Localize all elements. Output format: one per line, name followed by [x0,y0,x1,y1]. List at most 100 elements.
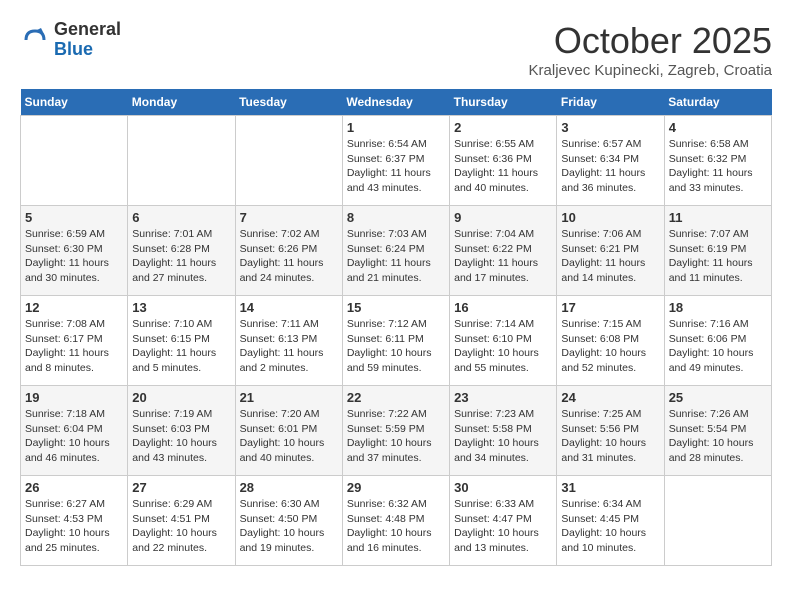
month-title: October 2025 [529,20,772,62]
day-number: 28 [240,480,338,495]
calendar-cell: 28 Sunrise: 6:30 AM Sunset: 4:50 PM Dayli… [235,476,342,566]
week-row: 19 Sunrise: 7:18 AM Sunset: 6:04 PM Dayli… [21,386,772,476]
day-number: 4 [669,120,767,135]
day-number: 13 [132,300,230,315]
day-number: 20 [132,390,230,405]
day-info: Sunrise: 7:26 AM Sunset: 5:54 PM Dayligh… [669,407,767,466]
day-of-week-header: Tuesday [235,89,342,116]
calendar-cell: 8 Sunrise: 7:03 AM Sunset: 6:24 PM Daylig… [342,206,449,296]
day-of-week-header: Thursday [450,89,557,116]
calendar-cell: 27Sunrise: 6:29 AM Sunset: 4:51 PM Dayli… [128,476,235,566]
calendar-cell [664,476,771,566]
day-number: 7 [240,210,338,225]
calendar-cell: 5 Sunrise: 6:59 AM Sunset: 6:30 PM Daylig… [21,206,128,296]
calendar-cell: 20 Sunrise: 7:19 AM Sunset: 6:03 PM Dayli… [128,386,235,476]
calendar-cell: 14Sunrise: 7:11 AM Sunset: 6:13 PM Dayli… [235,296,342,386]
day-number: 15 [347,300,445,315]
day-info: Sunrise: 7:11 AM Sunset: 6:13 PM Dayligh… [240,317,338,376]
calendar-cell: 25Sunrise: 7:26 AM Sunset: 5:54 PM Dayli… [664,386,771,476]
calendar-cell: 9 Sunrise: 7:04 AM Sunset: 6:22 PM Daylig… [450,206,557,296]
day-info: Sunrise: 6:29 AM Sunset: 4:51 PM Dayligh… [132,497,230,556]
day-info: Sunrise: 6:33 AM Sunset: 4:47 PM Dayligh… [454,497,552,556]
day-number: 8 [347,210,445,225]
day-info: Sunrise: 7:16 AM Sunset: 6:06 PM Dayligh… [669,317,767,376]
day-number: 26 [25,480,123,495]
calendar-cell: 29 Sunrise: 6:32 AM Sunset: 4:48 PM Dayli… [342,476,449,566]
day-number: 21 [240,390,338,405]
day-info: Sunrise: 7:18 AM Sunset: 6:04 PM Dayligh… [25,407,123,466]
day-number: 19 [25,390,123,405]
day-info: Sunrise: 7:01 AM Sunset: 6:28 PM Dayligh… [132,227,230,286]
day-number: 11 [669,210,767,225]
calendar-cell: 18 Sunrise: 7:16 AM Sunset: 6:06 PM Dayli… [664,296,771,386]
calendar-cell: 24Sunrise: 7:25 AM Sunset: 5:56 PM Dayli… [557,386,664,476]
day-of-week-header: Saturday [664,89,771,116]
calendar-cell: 21 Sunrise: 7:20 AM Sunset: 6:01 PM Dayli… [235,386,342,476]
day-info: Sunrise: 7:07 AM Sunset: 6:19 PM Dayligh… [669,227,767,286]
day-info: Sunrise: 6:32 AM Sunset: 4:48 PM Dayligh… [347,497,445,556]
day-number: 12 [25,300,123,315]
day-info: Sunrise: 7:14 AM Sunset: 6:10 PM Dayligh… [454,317,552,376]
week-row: 1 Sunrise: 6:54 AM Sunset: 6:37 PM Daylig… [21,116,772,206]
day-number: 18 [669,300,767,315]
day-info: Sunrise: 6:27 AM Sunset: 4:53 PM Dayligh… [25,497,123,556]
day-number: 3 [561,120,659,135]
day-info: Sunrise: 6:59 AM Sunset: 6:30 PM Dayligh… [25,227,123,286]
day-info: Sunrise: 7:06 AM Sunset: 6:21 PM Dayligh… [561,227,659,286]
logo: General Blue [20,20,121,60]
day-info: Sunrise: 7:03 AM Sunset: 6:24 PM Dayligh… [347,227,445,286]
day-info: Sunrise: 7:15 AM Sunset: 6:08 PM Dayligh… [561,317,659,376]
calendar-cell [235,116,342,206]
logo-general: General [54,20,121,40]
day-number: 29 [347,480,445,495]
calendar-cell: 17 Sunrise: 7:15 AM Sunset: 6:08 PM Dayli… [557,296,664,386]
logo-blue: Blue [54,40,121,60]
calendar-cell: 1 Sunrise: 6:54 AM Sunset: 6:37 PM Daylig… [342,116,449,206]
day-info: Sunrise: 6:30 AM Sunset: 4:50 PM Dayligh… [240,497,338,556]
day-info: Sunrise: 6:55 AM Sunset: 6:36 PM Dayligh… [454,137,552,196]
day-number: 31 [561,480,659,495]
day-info: Sunrise: 7:19 AM Sunset: 6:03 PM Dayligh… [132,407,230,466]
calendar-cell: 12 Sunrise: 7:08 AM Sunset: 6:17 PM Dayli… [21,296,128,386]
day-of-week-header: Sunday [21,89,128,116]
calendar-cell: 16Sunrise: 7:14 AM Sunset: 6:10 PM Dayli… [450,296,557,386]
day-number: 2 [454,120,552,135]
day-info: Sunrise: 6:54 AM Sunset: 6:37 PM Dayligh… [347,137,445,196]
calendar-cell: 31 Sunrise: 6:34 AM Sunset: 4:45 PM Dayli… [557,476,664,566]
day-info: Sunrise: 7:20 AM Sunset: 6:01 PM Dayligh… [240,407,338,466]
page-header: General Blue October 2025 Kraljevec Kupi… [20,20,772,79]
day-info: Sunrise: 7:23 AM Sunset: 5:58 PM Dayligh… [454,407,552,466]
day-number: 9 [454,210,552,225]
day-info: Sunrise: 7:02 AM Sunset: 6:26 PM Dayligh… [240,227,338,286]
day-number: 5 [25,210,123,225]
calendar-cell: 3 Sunrise: 6:57 AM Sunset: 6:34 PM Daylig… [557,116,664,206]
calendar-table: SundayMondayTuesdayWednesdayThursdayFrid… [20,89,772,566]
calendar-cell: 6Sunrise: 7:01 AM Sunset: 6:28 PM Daylig… [128,206,235,296]
day-number: 24 [561,390,659,405]
day-number: 1 [347,120,445,135]
day-info: Sunrise: 7:08 AM Sunset: 6:17 PM Dayligh… [25,317,123,376]
day-info: Sunrise: 6:58 AM Sunset: 6:32 PM Dayligh… [669,137,767,196]
day-number: 10 [561,210,659,225]
day-of-week-header: Monday [128,89,235,116]
calendar-cell: 26 Sunrise: 6:27 AM Sunset: 4:53 PM Dayli… [21,476,128,566]
day-info: Sunrise: 6:57 AM Sunset: 6:34 PM Dayligh… [561,137,659,196]
title-block: October 2025 Kraljevec Kupinecki, Zagreb… [529,20,772,79]
week-row: 12 Sunrise: 7:08 AM Sunset: 6:17 PM Dayli… [21,296,772,386]
day-of-week-header: Friday [557,89,664,116]
day-number: 17 [561,300,659,315]
calendar-cell: 2 Sunrise: 6:55 AM Sunset: 6:36 PM Daylig… [450,116,557,206]
calendar-cell [21,116,128,206]
calendar-cell: 10 Sunrise: 7:06 AM Sunset: 6:21 PM Dayli… [557,206,664,296]
week-row: 26 Sunrise: 6:27 AM Sunset: 4:53 PM Dayli… [21,476,772,566]
calendar-cell: 23Sunrise: 7:23 AM Sunset: 5:58 PM Dayli… [450,386,557,476]
day-number: 30 [454,480,552,495]
day-info: Sunrise: 6:34 AM Sunset: 4:45 PM Dayligh… [561,497,659,556]
day-info: Sunrise: 7:04 AM Sunset: 6:22 PM Dayligh… [454,227,552,286]
calendar-cell: 30 Sunrise: 6:33 AM Sunset: 4:47 PM Dayli… [450,476,557,566]
calendar-cell: 7 Sunrise: 7:02 AM Sunset: 6:26 PM Daylig… [235,206,342,296]
logo-text: General Blue [54,20,121,60]
calendar-cell: 4 Sunrise: 6:58 AM Sunset: 6:32 PM Daylig… [664,116,771,206]
day-info: Sunrise: 7:12 AM Sunset: 6:11 PM Dayligh… [347,317,445,376]
day-info: Sunrise: 7:22 AM Sunset: 5:59 PM Dayligh… [347,407,445,466]
